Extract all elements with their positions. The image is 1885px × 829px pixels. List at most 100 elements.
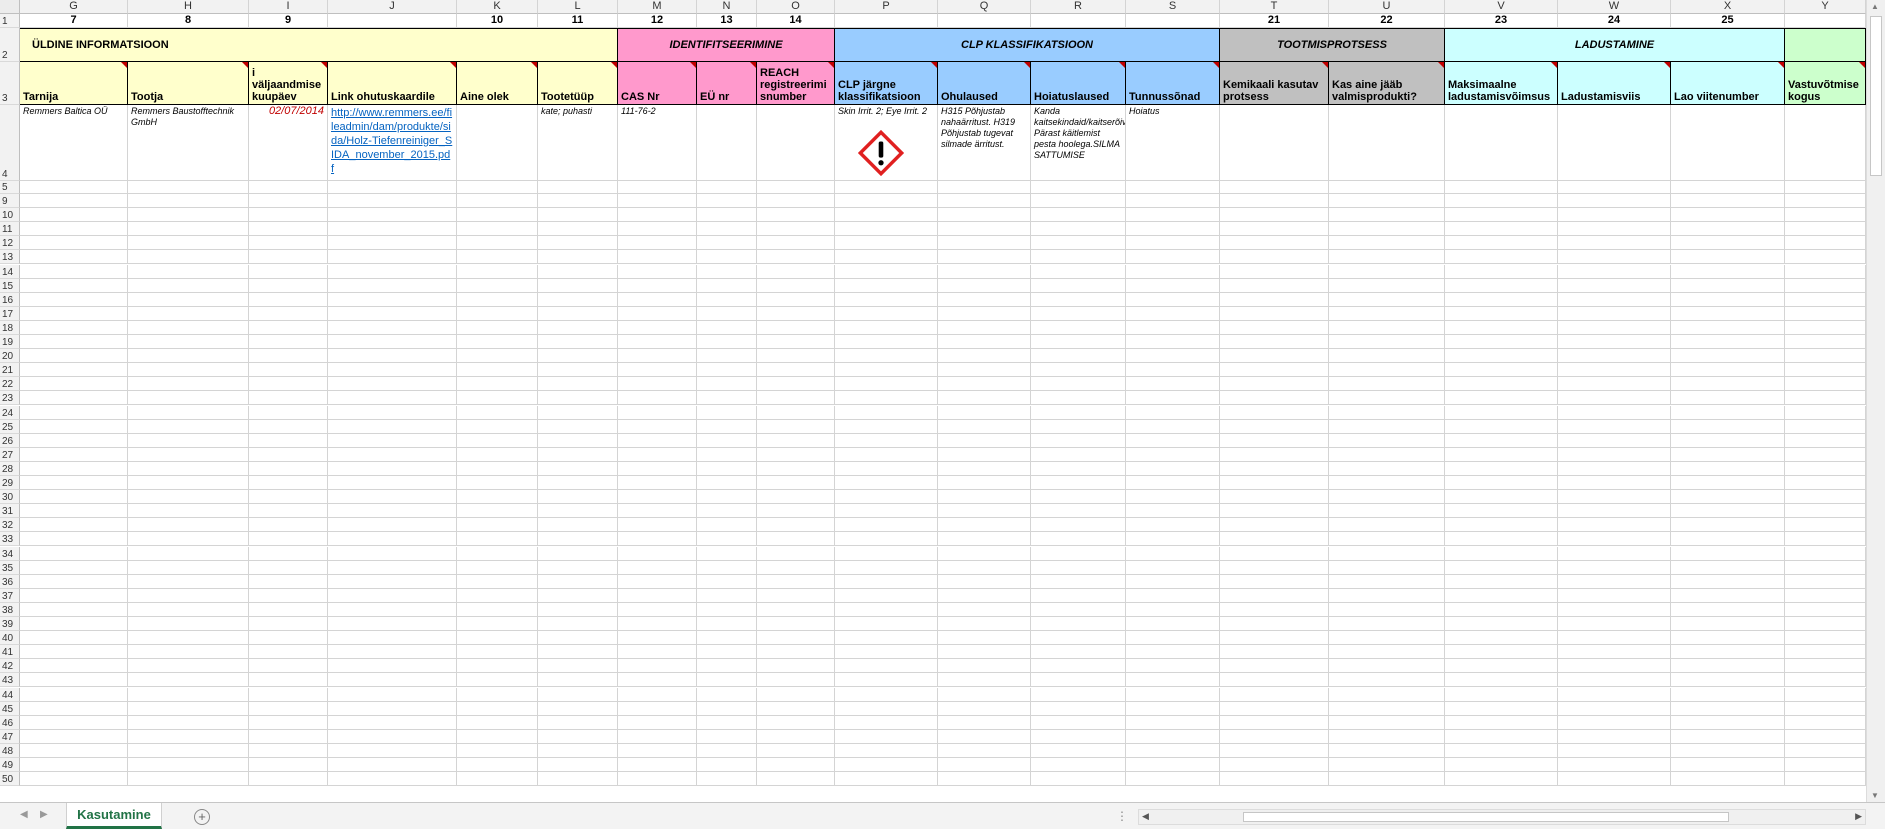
row-header-25[interactable]: 25 — [0, 419, 20, 434]
grid-cell[interactable] — [1031, 645, 1126, 660]
column-header-l[interactable]: L — [538, 0, 618, 14]
grid-cell[interactable] — [1329, 546, 1445, 561]
grid-cell[interactable] — [618, 405, 697, 420]
grid-cell[interactable] — [697, 743, 757, 758]
grid-cell[interactable] — [618, 673, 697, 688]
field-header-l[interactable]: Tootetüüp — [538, 62, 618, 105]
grid-cell[interactable] — [20, 335, 128, 350]
grid-cell[interactable] — [938, 264, 1031, 279]
data-cell-v[interactable] — [1445, 105, 1558, 181]
grid-cell[interactable] — [1671, 278, 1785, 293]
grid-cell[interactable] — [1558, 433, 1671, 448]
grid-cell[interactable] — [1558, 391, 1671, 406]
grid-cell[interactable] — [1031, 320, 1126, 335]
grid-cell[interactable] — [1031, 715, 1126, 730]
grid-cell[interactable] — [249, 772, 328, 787]
grid-cell[interactable] — [1785, 194, 1866, 209]
column-header-v[interactable]: V — [1445, 0, 1558, 14]
grid-cell[interactable] — [618, 518, 697, 533]
grid-cell[interactable] — [618, 320, 697, 335]
grid-cell[interactable] — [1126, 391, 1220, 406]
grid-cell[interactable] — [457, 490, 538, 505]
grid-cell[interactable] — [538, 208, 618, 223]
grid-cell[interactable] — [538, 631, 618, 646]
grid-cell[interactable] — [1558, 772, 1671, 787]
grid-cell[interactable] — [938, 504, 1031, 519]
grid-cell[interactable] — [757, 222, 835, 237]
select-all-corner[interactable] — [0, 0, 20, 14]
grid-cell[interactable] — [1445, 222, 1558, 237]
grid-cell[interactable] — [618, 264, 697, 279]
grid-cell[interactable] — [1785, 645, 1866, 660]
grid-cell[interactable] — [1329, 560, 1445, 575]
grid-cell[interactable] — [249, 278, 328, 293]
grid-cell[interactable] — [1445, 419, 1558, 434]
section-header-production[interactable]: TOOTMISPROTSESS — [1220, 28, 1445, 62]
grid-cell[interactable] — [618, 349, 697, 364]
grid-cell[interactable] — [1220, 208, 1329, 223]
field-header-r[interactable]: Hoiatuslaused — [1031, 62, 1126, 105]
row-header-50[interactable]: 50 — [0, 772, 20, 787]
grid-cell[interactable] — [1671, 715, 1785, 730]
grid-cell[interactable] — [128, 659, 249, 674]
grid-cell[interactable] — [1329, 194, 1445, 209]
grid-cell[interactable] — [1329, 588, 1445, 603]
grid-cell[interactable] — [1445, 518, 1558, 533]
grid-cell[interactable] — [20, 419, 128, 434]
grid-cell[interactable] — [538, 349, 618, 364]
grid-cell[interactable] — [1220, 645, 1329, 660]
grid-cell[interactable] — [1558, 447, 1671, 462]
grid-cell[interactable] — [128, 433, 249, 448]
field-header-p[interactable]: CLP järgne klassifikatsioon — [835, 62, 938, 105]
grid-cell[interactable] — [835, 574, 938, 589]
grid-cell[interactable] — [1329, 419, 1445, 434]
grid-cell[interactable] — [1031, 461, 1126, 476]
grid-cell[interactable] — [328, 194, 457, 209]
grid-cell[interactable] — [328, 335, 457, 350]
grid-cell[interactable] — [1031, 504, 1126, 519]
grid-cell[interactable] — [1558, 532, 1671, 547]
column-header-x[interactable]: X — [1671, 0, 1785, 14]
grid-cell[interactable] — [938, 377, 1031, 392]
grid-cell[interactable] — [457, 546, 538, 561]
grid-cell[interactable] — [1220, 377, 1329, 392]
row-header-31[interactable]: 31 — [0, 504, 20, 519]
grid-cell[interactable] — [1126, 673, 1220, 688]
grid-cell[interactable] — [328, 264, 457, 279]
row-header-4[interactable]: 4 — [0, 105, 20, 181]
grid-cell[interactable] — [1558, 490, 1671, 505]
grid-cell[interactable] — [328, 602, 457, 617]
grid-cell[interactable] — [20, 181, 128, 194]
grid-cell[interactable] — [249, 222, 328, 237]
grid-cell[interactable] — [249, 758, 328, 773]
grid-cell[interactable] — [835, 673, 938, 688]
grid-cell[interactable] — [128, 250, 249, 265]
grid-cell[interactable] — [128, 181, 249, 194]
grid-cell[interactable] — [757, 461, 835, 476]
grid-cell[interactable] — [1445, 574, 1558, 589]
grid-cell[interactable] — [1031, 617, 1126, 632]
grid-cell[interactable] — [538, 264, 618, 279]
grid-cell[interactable] — [20, 377, 128, 392]
grid-cell[interactable] — [328, 377, 457, 392]
grid-cell[interactable] — [1126, 419, 1220, 434]
row-header-2[interactable]: 2 — [0, 28, 20, 62]
grid-cell[interactable] — [538, 447, 618, 462]
column-header-s[interactable]: S — [1126, 0, 1220, 14]
grid-cell[interactable] — [1671, 377, 1785, 392]
column-number-x[interactable]: 25 — [1671, 14, 1785, 28]
grid-cell[interactable] — [538, 758, 618, 773]
grid-cell[interactable] — [1558, 560, 1671, 575]
row-header-17[interactable]: 17 — [0, 306, 20, 321]
grid-cell[interactable] — [1329, 701, 1445, 716]
data-cell-k[interactable] — [457, 105, 538, 181]
grid-cell[interactable] — [938, 363, 1031, 378]
grid-cell[interactable] — [1671, 743, 1785, 758]
grid-cell[interactable] — [697, 631, 757, 646]
grid-cell[interactable] — [835, 194, 938, 209]
grid-cell[interactable] — [457, 645, 538, 660]
row-header-10[interactable]: 10 — [0, 208, 20, 223]
grid-cell[interactable] — [938, 349, 1031, 364]
grid-cell[interactable] — [1329, 743, 1445, 758]
grid-cell[interactable] — [1785, 377, 1866, 392]
